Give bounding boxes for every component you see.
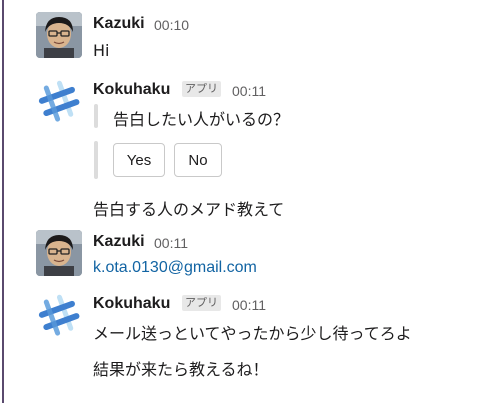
avatar-kokuhaku[interactable] bbox=[36, 292, 82, 338]
no-button[interactable]: No bbox=[174, 143, 222, 177]
message-text: Hi bbox=[93, 41, 110, 60]
avatar-kazuki[interactable] bbox=[36, 230, 82, 276]
sidebar-edge bbox=[2, 0, 4, 403]
message-timestamp[interactable]: 00:10 bbox=[154, 17, 189, 33]
message-author[interactable]: Kokuhaku bbox=[93, 81, 170, 99]
user-photo-icon bbox=[36, 12, 82, 58]
user-photo-icon bbox=[36, 230, 82, 276]
actions-bar bbox=[94, 141, 98, 179]
message-author[interactable]: Kazuki bbox=[93, 233, 145, 251]
bot-logo-icon bbox=[38, 80, 80, 122]
message-timestamp[interactable]: 00:11 bbox=[232, 83, 266, 99]
avatar-kazuki[interactable] bbox=[36, 12, 82, 58]
yes-button[interactable]: Yes bbox=[113, 143, 165, 177]
message-timestamp[interactable]: 00:11 bbox=[154, 235, 188, 251]
bot-logo-icon bbox=[38, 294, 80, 336]
attachment-text: 告白したい人がいるの？ bbox=[113, 110, 290, 129]
chat-pane: Kazuki 00:10 Hi Kokuhaku アプリ 00:11 告白したい… bbox=[0, 0, 500, 403]
attachment-bar bbox=[94, 104, 98, 128]
message-author[interactable]: Kokuhaku bbox=[93, 295, 170, 313]
message-text: 告白する人のメアド教えて bbox=[93, 200, 285, 219]
message-text: 結果が来たら教えるね！ bbox=[93, 360, 269, 379]
message-text: メール送っといてやったから少し待ってろよ bbox=[93, 324, 412, 343]
app-badge: アプリ bbox=[182, 81, 221, 97]
message-author[interactable]: Kazuki bbox=[93, 15, 145, 33]
email-link[interactable]: k.ota.0130@gmail.com bbox=[93, 259, 257, 277]
message-timestamp[interactable]: 00:11 bbox=[232, 297, 266, 313]
app-badge: アプリ bbox=[182, 295, 221, 311]
avatar-kokuhaku[interactable] bbox=[36, 78, 82, 124]
